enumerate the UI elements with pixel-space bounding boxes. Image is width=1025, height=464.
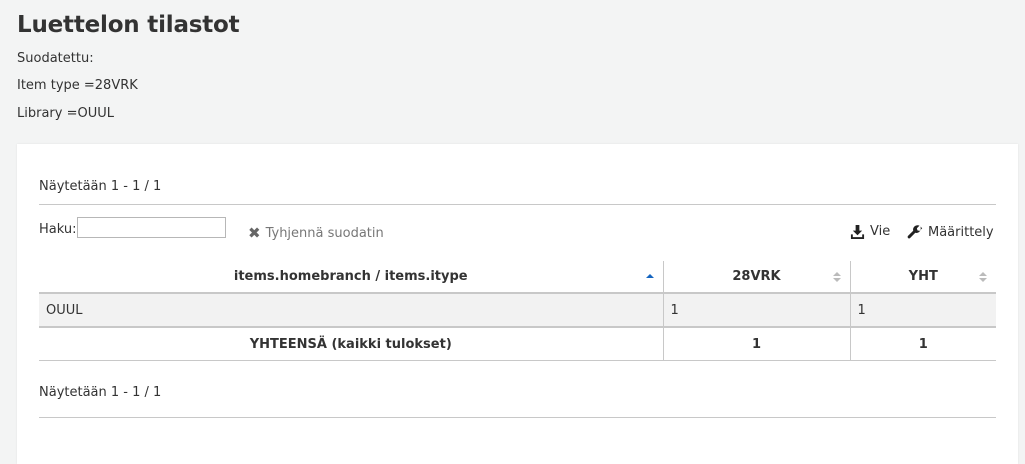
column-header-label: YHT <box>908 269 938 284</box>
export-label: Vie <box>870 224 891 239</box>
sort-both-icon <box>832 272 841 282</box>
sort-asc-icon <box>645 274 654 278</box>
column-header-branch-type[interactable]: items.homebranch / items.itype <box>39 261 663 294</box>
filtered-label: Suodatettu: <box>17 51 94 66</box>
export-button[interactable]: Vie <box>850 224 890 239</box>
filter-item-type: Item type =28VRK <box>17 78 138 93</box>
total-label: YHTEENSÄ (kaikki tulokset) <box>39 327 663 361</box>
divider <box>39 204 996 205</box>
table-cell: 1 <box>849 293 996 328</box>
total-cell: 1 <box>849 327 996 361</box>
column-header-label: 28VRK <box>732 269 781 284</box>
results-panel: Näytetään 1 - 1 / 1 Haku: ✖ Tyhjennä suo… <box>17 144 1018 464</box>
search-input[interactable] <box>77 217 226 238</box>
filter-library: Library =OUUL <box>17 106 114 121</box>
statistics-table: items.homebranch / items.itype 28VRK YHT <box>39 261 996 361</box>
close-icon: ✖ <box>248 224 261 242</box>
clear-filter-button[interactable]: ✖ Tyhjennä suodatin <box>248 224 384 242</box>
total-cell: 1 <box>662 327 850 361</box>
table-info-top: Näytetään 1 - 1 / 1 <box>39 179 162 194</box>
table-row: OUUL 1 1 <box>39 293 996 328</box>
column-header-label: items.homebranch / items.itype <box>233 269 468 284</box>
column-header-yht[interactable]: YHT <box>849 261 996 294</box>
column-header-28vrk[interactable]: 28VRK <box>662 261 850 294</box>
table-cell: 1 <box>662 293 850 328</box>
configure-button[interactable]: Määrittely <box>907 224 994 240</box>
search-label: Haku: <box>39 222 77 237</box>
sort-both-icon <box>979 272 987 282</box>
wrench-icon <box>907 225 923 239</box>
download-icon <box>850 224 865 239</box>
clear-filter-label: Tyhjennä suodatin <box>265 226 384 241</box>
table-cell: OUUL <box>39 293 663 328</box>
divider <box>39 417 996 418</box>
configure-label: Määrittely <box>928 224 994 240</box>
table-info-bottom: Näytetään 1 - 1 / 1 <box>39 385 162 400</box>
page-title: Luettelon tilastot <box>17 12 240 38</box>
total-row: YHTEENSÄ (kaikki tulokset) 1 1 <box>39 327 996 361</box>
